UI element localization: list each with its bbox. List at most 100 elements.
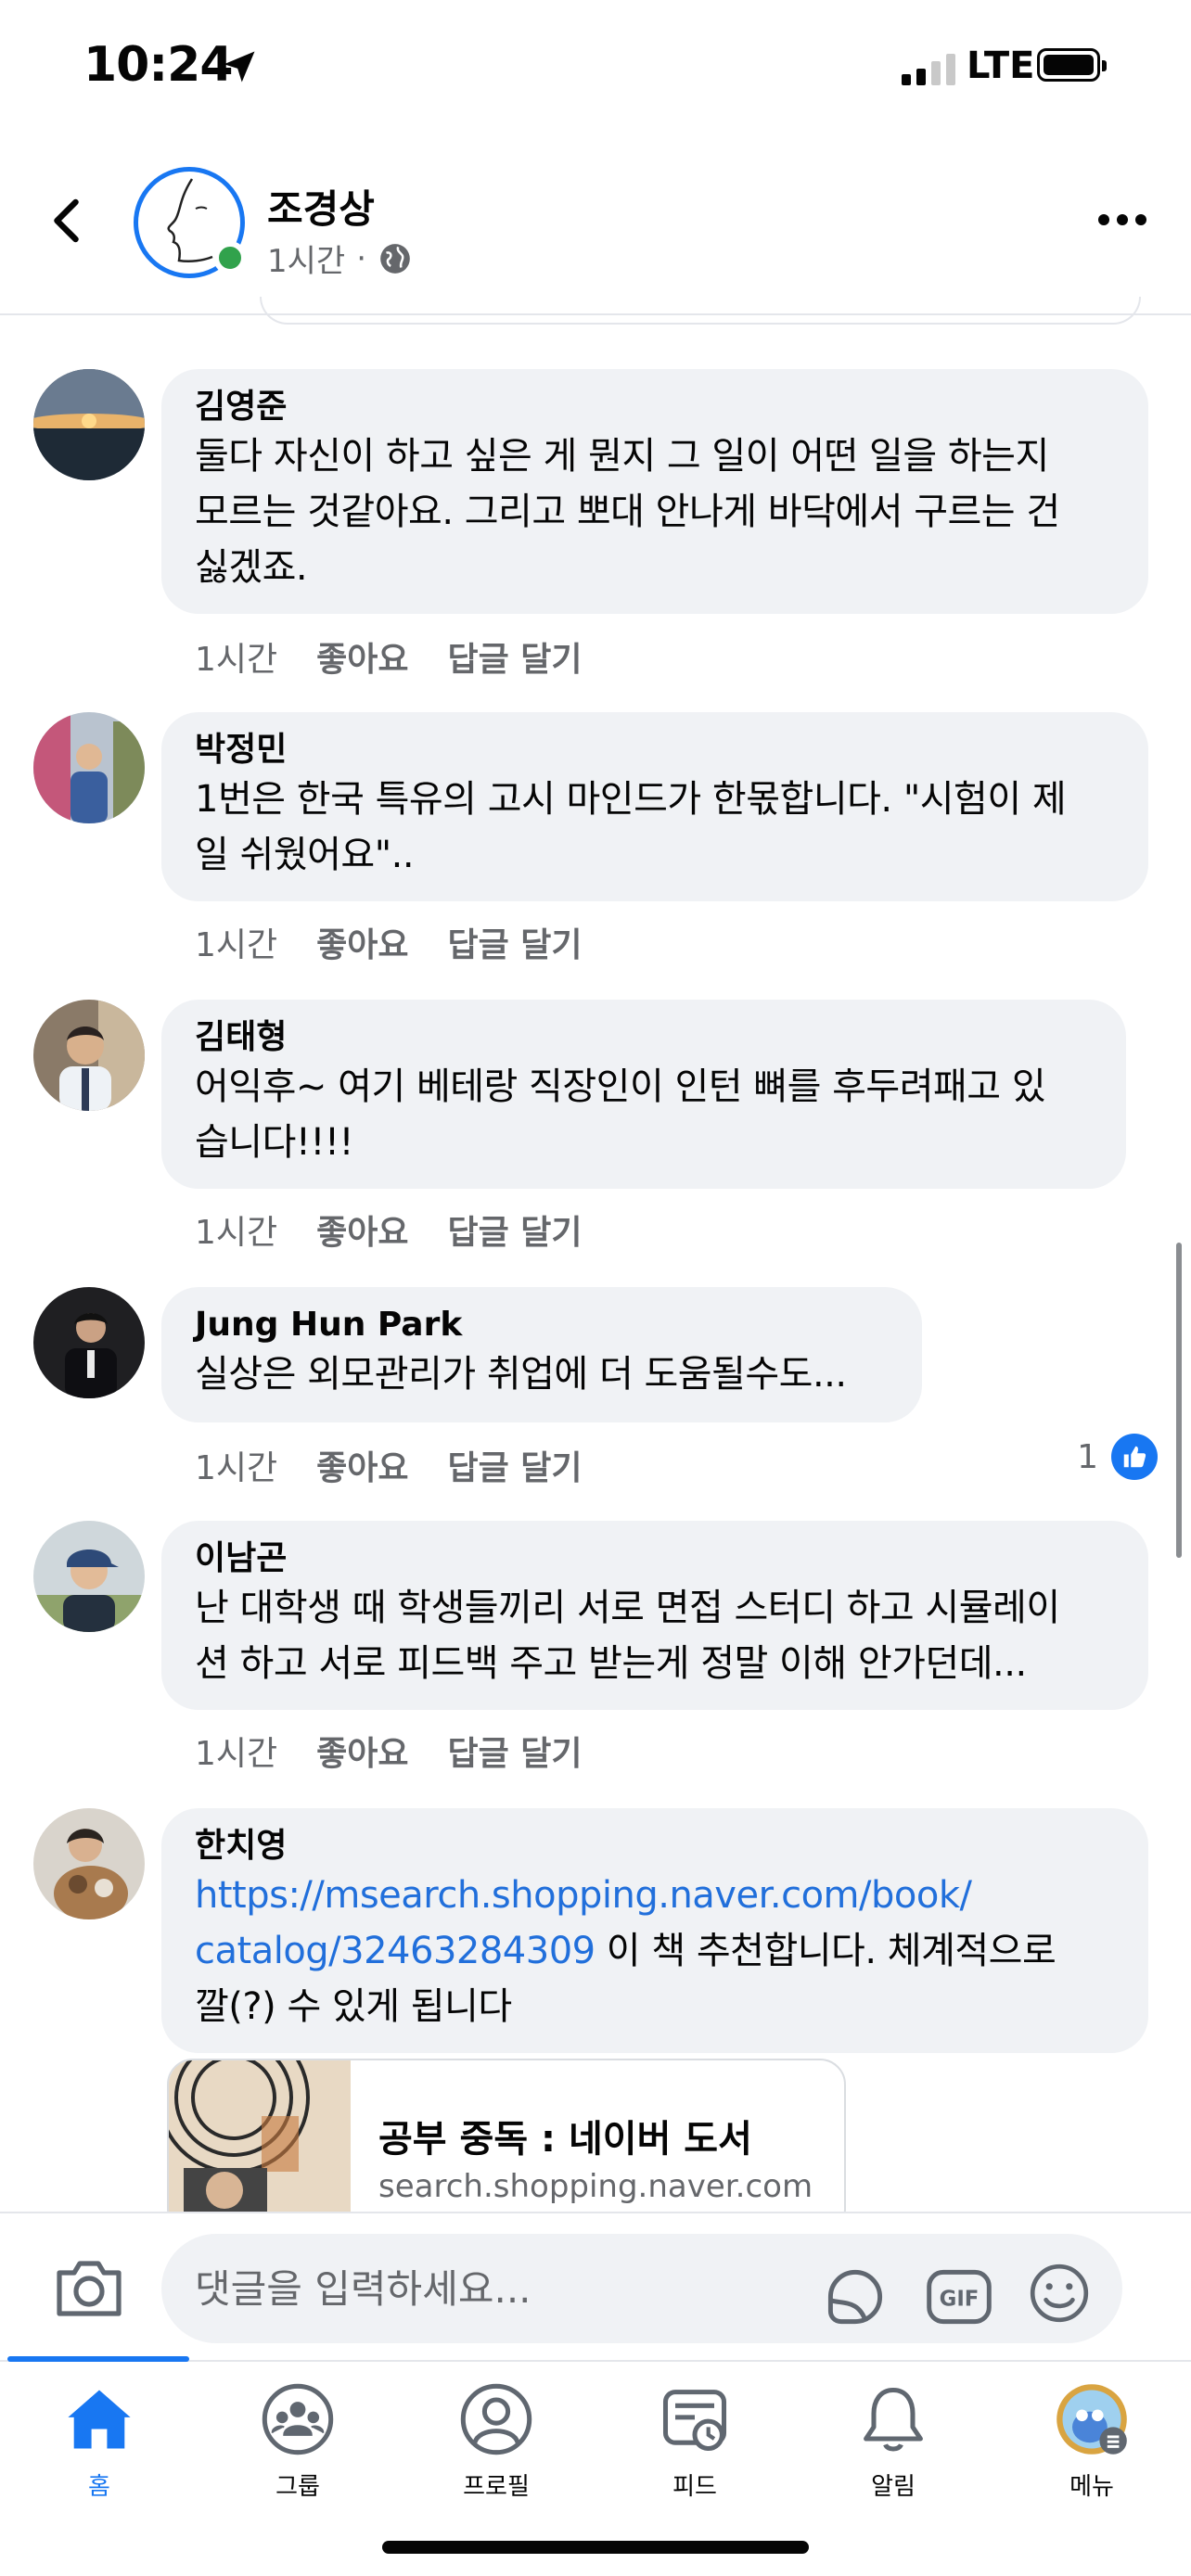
- thumbs-up-icon: [1111, 1434, 1158, 1480]
- tab-feeds[interactable]: 피드: [596, 2380, 794, 2519]
- commenter-avatar[interactable]: [33, 1287, 145, 1398]
- menu-avatar-icon: [1057, 2384, 1127, 2455]
- tab-label: 그룹: [275, 2473, 320, 2501]
- network-type: LTE: [967, 45, 1035, 87]
- reaction-summary[interactable]: 1: [1077, 1434, 1158, 1480]
- tab-label: 프로필: [463, 2473, 530, 2501]
- battery-icon: [1037, 48, 1107, 82]
- commenter-avatar[interactable]: [33, 369, 145, 480]
- commenter-name[interactable]: 이남곤: [195, 1537, 1115, 1580]
- comment-actions: 1시간 좋아요 답글 달기: [195, 1205, 583, 1254]
- meta-separator: ·: [356, 239, 367, 277]
- location-arrow-icon: [224, 51, 255, 83]
- reply-button[interactable]: 답글 달기: [448, 1727, 583, 1775]
- status-bar: 10:24 LTE: [0, 0, 1191, 139]
- comment-text-line: 난 대학생 때 학생들끼리 서로 면접 스터디 하고 시뮬레이: [195, 1587, 1060, 1629]
- like-button[interactable]: 좋아요: [316, 632, 408, 681]
- like-button[interactable]: 좋아요: [316, 918, 408, 966]
- gif-label: GIF: [940, 2288, 980, 2312]
- comment-text-line: catalog/32463284309 이 책 추천합니다. 체계적으로: [195, 1923, 1115, 1979]
- commenter-name[interactable]: 김태형: [195, 1016, 1093, 1059]
- comment-text-line: 둘다 자신이 하고 싶은 게 뭔지 그 일이 어떤 일을 하는지: [195, 435, 1049, 478]
- feeds-icon: [662, 2390, 727, 2452]
- commenter-name[interactable]: 김영준: [195, 386, 1115, 428]
- post-header: 조경상 1시간 ·: [0, 139, 1191, 315]
- gif-button[interactable]: GIF: [924, 2262, 994, 2332]
- comment-time: 1시간: [195, 1214, 278, 1252]
- comment-bubble[interactable]: 박정민 1번은 한국 특유의 고시 마인드가 한몫합니다. "시험이 제 일 쉬…: [161, 712, 1148, 901]
- commenter-name[interactable]: 한치영: [195, 1825, 1115, 1868]
- tab-home[interactable]: 홈: [0, 2380, 198, 2519]
- comment-link[interactable]: https://msearch.shopping.naver.com/book/: [195, 1874, 972, 1917]
- commenter-avatar[interactable]: [33, 1000, 145, 1111]
- commenter-avatar[interactable]: [33, 1521, 145, 1632]
- post-time: 1시간: [267, 243, 346, 280]
- commenter-name[interactable]: 박정민: [195, 729, 1115, 772]
- comment-time: 1시간: [195, 926, 278, 964]
- commenter-avatar[interactable]: [33, 1808, 145, 1919]
- reply-button[interactable]: 답글 달기: [448, 1441, 583, 1489]
- comments-list: 김영준 둘다 자신이 하고 싶은 게 뭔지 그 일이 어떤 일을 하는지 모르는…: [0, 315, 1191, 2212]
- online-status-dot: [213, 241, 247, 274]
- tab-notifications[interactable]: 알림: [794, 2380, 992, 2519]
- reaction-count: 1: [1077, 1437, 1098, 1476]
- comment-text-line: 션 하고 서로 피드백 주고 받는게 정말 이해 안가던데...: [195, 1642, 1027, 1685]
- reply-button[interactable]: 답글 달기: [448, 632, 583, 681]
- comment-link[interactable]: catalog/32463284309: [195, 1930, 596, 1972]
- link-preview-thumbnail: [169, 2060, 351, 2212]
- comment-text-line: 어익후~ 여기 베테랑 직장인이 인턴 뼈를 후두려패고 있: [195, 1065, 1046, 1108]
- comment-bubble[interactable]: Jung Hun Park 실상은 외모관리가 취업에 더 도움될수도...: [161, 1287, 922, 1422]
- author-name[interactable]: 조경상: [267, 178, 375, 235]
- tab-profile[interactable]: 프로필: [397, 2380, 596, 2519]
- camera-icon[interactable]: [52, 2254, 126, 2321]
- comment-time: 1시간: [195, 641, 278, 679]
- link-preview-card[interactable]: 공부 중독 : 네이버 도서 search.shopping.naver.com: [167, 2059, 846, 2212]
- scroll-indicator[interactable]: [1176, 1243, 1182, 1558]
- comment-text: 이 책 추천합니다. 체계적으로: [595, 1930, 1057, 1972]
- reply-button[interactable]: 답글 달기: [448, 1205, 583, 1254]
- tab-groups[interactable]: 그룹: [198, 2380, 397, 2519]
- comment-bubble[interactable]: 한치영 https://msearch.shopping.naver.com/b…: [161, 1808, 1148, 2053]
- profile-icon: [460, 2383, 532, 2455]
- reply-button[interactable]: 답글 달기: [448, 918, 583, 966]
- tab-label: 홈: [88, 2473, 110, 2501]
- comment-bubble[interactable]: 김태형 어익후~ 여기 베테랑 직장인이 인턴 뼈를 후두려패고 있 습니다!!…: [161, 1000, 1126, 1189]
- comment-text-line: https://msearch.shopping.naver.com/book/: [195, 1868, 1115, 1923]
- comment-time: 1시간: [195, 1449, 278, 1487]
- comment-actions: 1시간 좋아요 답글 달기: [195, 1727, 583, 1775]
- tab-label: 피드: [672, 2473, 717, 2501]
- comment-bubble[interactable]: 김영준 둘다 자신이 하고 싶은 게 뭔지 그 일이 어떤 일을 하는지 모르는…: [161, 369, 1148, 614]
- comment-text-line: 일 쉬웠어요"..: [195, 834, 415, 876]
- comment-actions: 1시간 좋아요 답글 달기: [195, 918, 583, 966]
- like-button[interactable]: 좋아요: [316, 1205, 408, 1254]
- like-button[interactable]: 좋아요: [316, 1441, 408, 1489]
- comment-bubble[interactable]: 이남곤 난 대학생 때 학생들끼리 서로 면접 스터디 하고 시뮬레이 션 하고…: [161, 1521, 1148, 1710]
- cellular-signal-icon: [902, 54, 955, 85]
- tab-label: 메뉴: [1069, 2473, 1114, 2501]
- comment-time: 1시간: [195, 1735, 278, 1773]
- home-indicator: [382, 2541, 809, 2554]
- comment-text-line: 싫겠죠.: [195, 546, 308, 589]
- comment-actions: 1시간 좋아요 답글 달기: [195, 1441, 583, 1489]
- globe-icon: [380, 243, 410, 274]
- emoji-icon[interactable]: [1026, 2260, 1093, 2327]
- commenter-name[interactable]: Jung Hun Park: [195, 1304, 889, 1346]
- comment-text-line: 실상은 외모관리가 취업에 더 도움될수도...: [195, 1353, 847, 1396]
- groups-icon: [262, 2383, 334, 2455]
- comment-composer: GIF: [0, 2212, 1191, 2360]
- back-chevron-icon[interactable]: [41, 193, 96, 249]
- home-icon: [68, 2390, 131, 2449]
- tab-menu[interactable]: 메뉴: [992, 2380, 1191, 2519]
- sticker-icon[interactable]: [820, 2262, 890, 2332]
- post-meta: 1시간 ·: [267, 236, 413, 281]
- bell-icon: [864, 2387, 923, 2452]
- comment-actions: 1시간 좋아요 답글 달기: [195, 632, 583, 681]
- more-options-icon[interactable]: [1098, 206, 1154, 234]
- link-preview-domain: search.shopping.naver.com: [378, 2168, 813, 2205]
- commenter-avatar[interactable]: [33, 712, 145, 823]
- comment-text-line: 깔(?) 수 있게 됩니다: [195, 1985, 512, 2028]
- comment-text-line: 모르는 것같아요. 그리고 뽀대 안나게 바닥에서 구르는 건: [195, 491, 1060, 533]
- like-button[interactable]: 좋아요: [316, 1727, 408, 1775]
- comment-text-line: 습니다!!!!: [195, 1121, 354, 1164]
- status-time: 10:24: [83, 37, 234, 93]
